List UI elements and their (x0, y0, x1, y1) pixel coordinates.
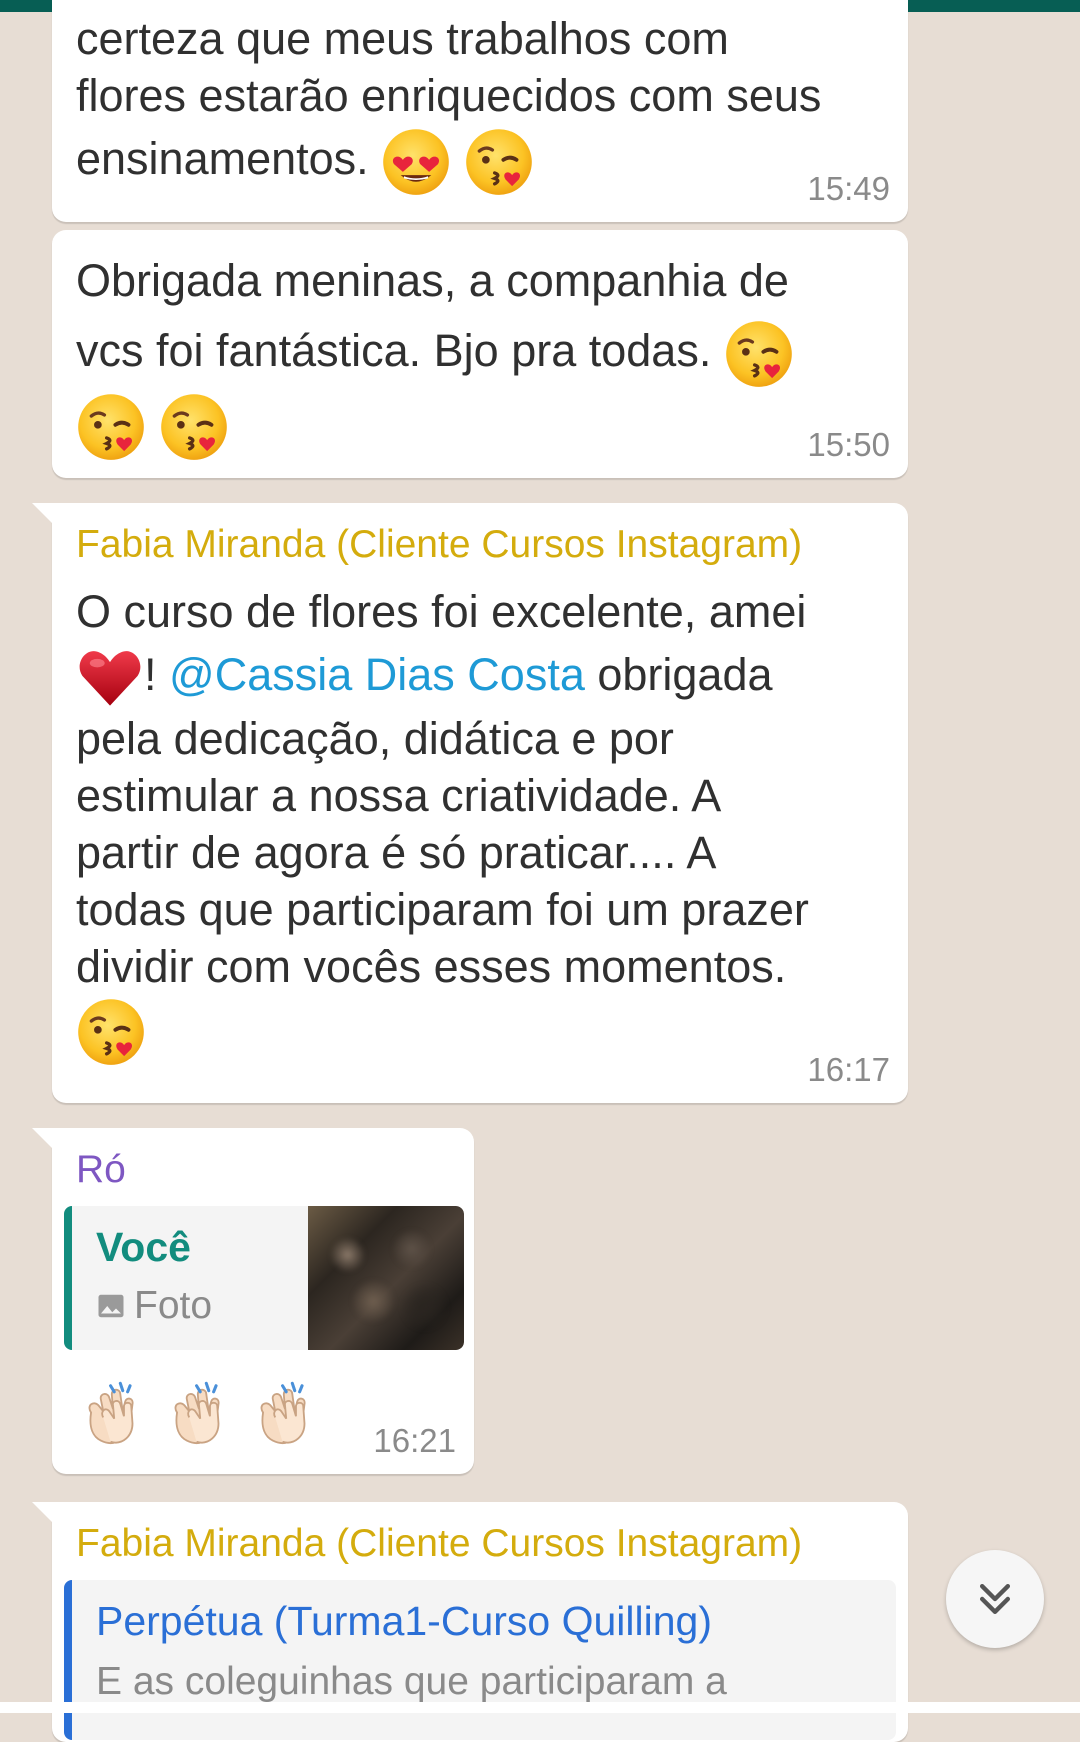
message-line: vcs foi fantástica. Bjo pra todas. (76, 325, 712, 376)
kiss-emoji (76, 997, 146, 1067)
message-time: 16:17 (807, 1051, 890, 1088)
mention-link[interactable]: @Cassia Dias Costa (169, 649, 585, 700)
clapping-hands-emoji (246, 1376, 324, 1454)
message-bubble[interactable]: Fabia Miranda (Cliente Cursos Instagram)… (32, 503, 908, 1103)
message-text: obrigada (597, 649, 773, 700)
quote-thumbnail[interactable] (308, 1206, 464, 1350)
message-bubble[interactable]: certeza que meus trabalhos com flores es… (52, 0, 908, 222)
kiss-emoji (76, 392, 146, 462)
sender-name[interactable]: Ró (76, 1146, 126, 1194)
clapping-hands-emoji (160, 1376, 238, 1454)
message-line: flores estarão enriquecidos com seus (76, 70, 822, 121)
message-line: Obrigada meninas, a companhia de (76, 255, 789, 306)
message-bubble[interactable]: Obrigada meninas, a companhia de vcs foi… (52, 230, 908, 478)
compose-bar-edge (0, 1702, 1080, 1713)
quote-accent-bar (64, 1580, 72, 1740)
quote-author: Você (96, 1224, 191, 1270)
message-time: 16:21 (373, 1422, 456, 1459)
heart-eyes-emoji (381, 127, 451, 197)
scroll-to-bottom-button[interactable] (946, 1550, 1044, 1648)
message-line: pela dedicação, didática e por (76, 713, 674, 764)
quoted-message[interactable]: Perpétua (Turma1-Curso Quilling) E as co… (64, 1580, 896, 1740)
kiss-emoji (159, 392, 229, 462)
double-chevron-down-icon (979, 1583, 1011, 1615)
sender-name[interactable]: Fabia Miranda (Cliente Cursos Instagram) (76, 521, 802, 569)
quote-text: E as coleguinhas que participaram a (96, 1660, 727, 1703)
message-line: estimular a nossa criatividade. A (76, 770, 722, 821)
message-line: O curso de flores foi excelente, amei (76, 586, 807, 637)
quoted-message[interactable]: Você Foto (64, 1206, 464, 1350)
message-time: 15:49 (807, 170, 890, 207)
message-line: certeza que meus trabalhos com (76, 13, 729, 64)
message-line: partir de agora é só praticar.... A (76, 827, 717, 878)
kiss-emoji (724, 319, 794, 389)
quote-accent-bar (64, 1206, 72, 1350)
photo-icon (98, 1294, 124, 1318)
kiss-emoji (464, 127, 534, 197)
message-line: ensinamentos. (76, 133, 369, 184)
message-bubble[interactable]: Ró Você Foto 16:21 (32, 1128, 474, 1474)
message-line: todas que participaram foi um prazer (76, 884, 809, 935)
message-line: dividir com vocês esses momentos. (76, 941, 787, 992)
quote-text: Foto (134, 1284, 213, 1327)
sender-name[interactable]: Fabia Miranda (Cliente Cursos Instagram) (76, 1520, 802, 1568)
clapping-hands-emoji (74, 1376, 152, 1454)
message-time: 15:50 (807, 426, 890, 463)
message-text: ! (144, 649, 157, 700)
red-heart-emoji (76, 644, 144, 712)
quote-author: Perpétua (Turma1-Curso Quilling) (96, 1598, 712, 1644)
